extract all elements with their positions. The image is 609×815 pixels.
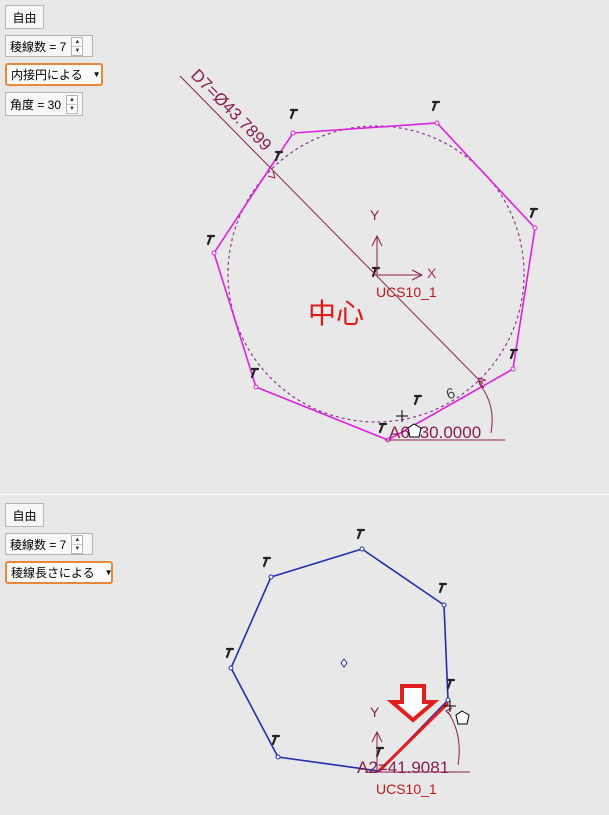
heptagon-polygon-top[interactable]: [213, 122, 536, 441]
ucs-axes-top: [371, 234, 424, 281]
length-dim-label[interactable]: A2=41.9081: [357, 758, 449, 777]
dim-index-label: 6: [444, 385, 458, 404]
ucs-label-bottom: UCS10_1: [376, 781, 437, 797]
ucs-label-top: UCS10_1: [376, 284, 437, 300]
vertex-markers: [211, 120, 538, 443]
constraint-glyphs-bottom: [225, 528, 456, 758]
axis-x-label-top: X: [427, 265, 437, 281]
diameter-dim-label[interactable]: D7=Ø43.7899: [187, 65, 275, 154]
axis-y-label-top: Y: [370, 207, 380, 223]
axis-y-label-bottom: Y: [370, 704, 380, 720]
center-label: 中心: [308, 298, 364, 329]
angle-dim-label[interactable]: A6=30.0000: [389, 423, 481, 442]
down-arrow-icon: [386, 684, 440, 723]
cad-canvas[interactable]: D7=Ø43.7899 Y X UCS10_1 中心 6 A6=30.0000: [0, 0, 609, 815]
heptagon-polygon-bottom[interactable]: [230, 548, 449, 772]
